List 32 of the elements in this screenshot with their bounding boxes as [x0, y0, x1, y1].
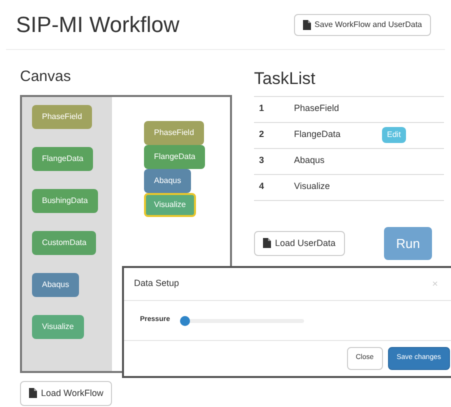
load-userdata-button[interactable]: Load UserData [254, 230, 345, 256]
task-number: 4 [258, 180, 266, 194]
workflow-block[interactable]: Abaqus [144, 168, 192, 192]
save-workflow-button[interactable]: Save WorkFlow and UserData [294, 14, 431, 36]
file-icon [263, 238, 271, 248]
slider-thumb[interactable] [180, 316, 190, 326]
workflow-block[interactable]: FlangeData [144, 144, 206, 168]
workflow-block[interactable]: FlangeData [32, 146, 94, 170]
workflow-block[interactable]: Visualize [144, 192, 196, 216]
task-name: FlangeData [294, 128, 342, 142]
page-title: SIP-MI Workflow [16, 11, 180, 39]
tasklist-heading: TaskList [254, 68, 316, 90]
workflow-block[interactable]: CustomData [32, 230, 96, 254]
edit-button[interactable]: Edit [382, 127, 406, 143]
task-number: 2 [258, 128, 266, 142]
task-number: 3 [258, 154, 266, 168]
workflow-block[interactable]: PhaseField [32, 104, 92, 128]
workflow-block[interactable]: Abaqus [32, 272, 80, 296]
workflow-block[interactable]: Visualize [32, 314, 84, 338]
pressure-slider[interactable] [180, 316, 304, 326]
task-name: PhaseField [294, 102, 340, 116]
dialog-title: Data Setup [134, 277, 180, 290]
canvas-heading: Canvas [20, 67, 72, 87]
task-number: 1 [258, 102, 266, 116]
run-button[interactable]: Run [384, 226, 432, 260]
workflow-block[interactable]: BushingData [32, 188, 98, 212]
file-icon [302, 20, 311, 30]
task-name: Visualize [294, 180, 331, 194]
load-workflow-button[interactable]: Load WorkFlow [20, 380, 112, 406]
workflow-block[interactable]: PhaseField [144, 120, 204, 144]
task-name: Abaqus [294, 154, 326, 168]
file-icon [29, 388, 37, 398]
